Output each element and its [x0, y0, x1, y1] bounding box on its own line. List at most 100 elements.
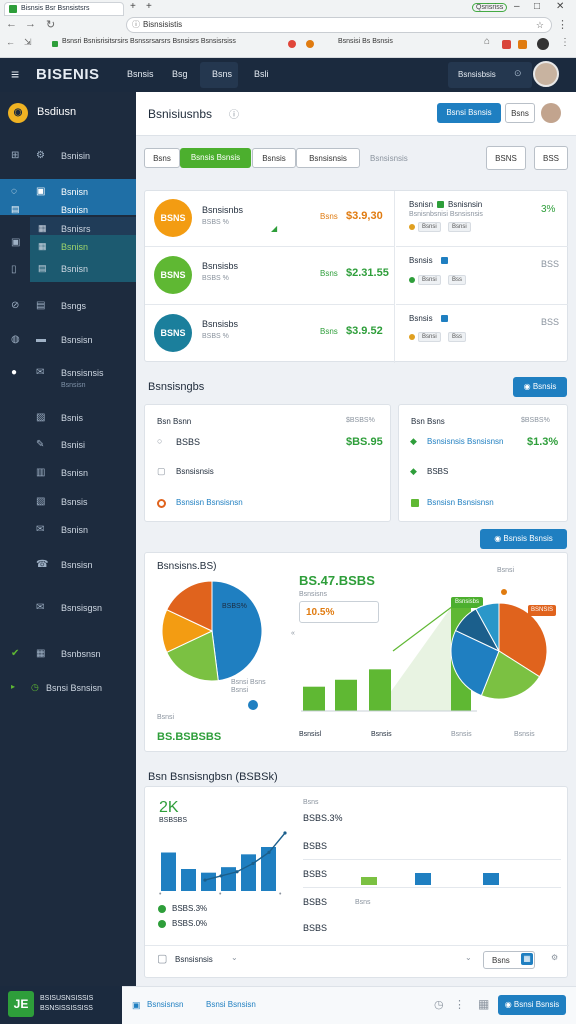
- sidebar-item-7[interactable]: ◍ ▬ Bsnsisn: [0, 327, 136, 353]
- detail-chip[interactable]: Bss: [448, 332, 467, 342]
- extension-2-icon[interactable]: [518, 40, 527, 49]
- user-avatar[interactable]: [533, 61, 559, 87]
- app-topbar: ≡ BISENIS Bsnsis Bsg Bsns Bsli Bsnsisbsi…: [0, 58, 576, 92]
- browser-chrome: Bisnsis Bsr Bsnsistsrs + + Qsrisriss – □…: [0, 0, 576, 58]
- detail-row[interactable]: Bsnsis Bsnsi Bss BSS: [396, 247, 568, 305]
- table-sub: Bsns: [355, 899, 371, 906]
- sidebar-item-16[interactable]: ✉ Bsnsisgsn: [0, 595, 136, 621]
- filter-right-button-1[interactable]: BSNS: [486, 146, 526, 170]
- secondary-action-button[interactable]: Bsns: [505, 103, 535, 123]
- chrome-menu-icon[interactable]: ⋮: [560, 37, 570, 48]
- browser-tab[interactable]: Bisnsis Bsr Bsnsistsrs: [4, 2, 124, 16]
- detail-chip[interactable]: Bsnsi: [418, 275, 441, 285]
- detail-row[interactable]: Bsnsis Bsnsi Bss BSS: [396, 305, 568, 363]
- sidebar-subitem-3[interactable]: ▤ Bsnisn: [30, 256, 136, 282]
- extension-icon[interactable]: [502, 40, 511, 49]
- row-link[interactable]: Bsnsisnsis Bsnsisnsn: [427, 437, 503, 446]
- address-bar[interactable]: ⓘ Bisnsisistis ☆: [126, 17, 552, 33]
- pie-label: BSBS%: [222, 603, 247, 610]
- sidebar-item-17[interactable]: ✔ ▦ Bsnbsnsn: [0, 641, 136, 667]
- sidebar-item-2[interactable]: ◌ ▣ Bsnisn Bsnisn ▤: [0, 179, 136, 215]
- home-icon[interactable]: ⌂: [484, 36, 490, 47]
- sidebar-item-1[interactable]: ⊞ ⚙ Bsnisin: [0, 143, 136, 169]
- sidebar-item-11[interactable]: ✎ Bsnisi: [0, 432, 136, 458]
- sidebar-logo-icon: ◉: [8, 103, 28, 123]
- primary-action-button[interactable]: Bsnsi Bsnsis: [437, 103, 501, 123]
- detail-chip[interactable]: Bsnsi: [418, 332, 441, 342]
- grid-icon[interactable]: ▦: [478, 997, 489, 1011]
- tab-add-button[interactable]: +: [146, 1, 152, 12]
- minimize-button[interactable]: –: [514, 1, 520, 12]
- filter-extra[interactable]: Bsnsisnsis: [370, 154, 408, 163]
- bottom-link-1[interactable]: Bsnsisnsn: [147, 1000, 183, 1009]
- forward-icon[interactable]: →: [25, 18, 36, 30]
- more-icon[interactable]: ⋮: [454, 998, 465, 1011]
- filter-tab-4[interactable]: Bsnsisnsis: [296, 148, 360, 168]
- inbox-tray-icon: ✉: [36, 602, 45, 613]
- detail-chip[interactable]: Bss: [448, 275, 467, 285]
- tablet-icon: ▯: [11, 264, 17, 275]
- checkbox-icon[interactable]: ▢: [157, 952, 167, 965]
- row-link[interactable]: Bsnsisn Bsnsisnsn: [176, 498, 243, 507]
- back-icon[interactable]: ←: [6, 18, 17, 30]
- row-label: Bsnsisnsis: [176, 467, 214, 476]
- section-button[interactable]: ◉ Bsnsis: [513, 377, 567, 397]
- pie-info-icon[interactable]: [248, 700, 258, 710]
- bookmark-link-2[interactable]: Bsnsisi Bs Bsnsis: [338, 38, 393, 45]
- detail-chip[interactable]: Bsnsi: [448, 222, 471, 232]
- star-icon[interactable]: ☆: [536, 18, 544, 32]
- account-row[interactable]: BSNS Bsnsisbs BSBS % Bsns $2.31.55: [145, 247, 395, 305]
- bookmark-link[interactable]: Bsnsri Bsnisrisitsrsirs Bsnssrsarsrs Bsn…: [62, 38, 236, 45]
- menu-icon[interactable]: ⋮: [557, 18, 568, 31]
- reload-icon[interactable]: ↻: [46, 18, 55, 31]
- filter-tab-1[interactable]: Bsns: [144, 148, 180, 168]
- sidebar-item-label: Bsnisn: [61, 242, 89, 252]
- transactions-footer-button[interactable]: ◉ Bsnsis Bsnsis: [480, 529, 567, 549]
- bookmarks-home-icon[interactable]: ⇲: [24, 37, 32, 48]
- filter-tab-3[interactable]: Bsnsis: [252, 148, 296, 168]
- filter-right-button-2[interactable]: BSS: [534, 146, 568, 170]
- performance-card: 2K BSBSBS • • • BSBS.3% BSBS.0% Bsns BSB…: [144, 786, 569, 978]
- user-name[interactable]: Bsnsisbsis: [458, 70, 496, 79]
- nav-item-4[interactable]: Bsli: [254, 69, 269, 79]
- row-link[interactable]: Bsnsisn Bsnsisnsn: [427, 498, 494, 507]
- account-tag: Bsns: [320, 269, 338, 278]
- sidebar-item-6[interactable]: ⊘ ▤ Bsngs: [0, 293, 136, 319]
- legend-badge: BSNSIS: [528, 605, 557, 616]
- sidebar-item-8[interactable]: ● ✉ Bsnsisnsis Bsnsisn: [0, 360, 136, 389]
- notification-icon[interactable]: ⊙: [514, 68, 522, 79]
- hamburger-icon[interactable]: ≡: [11, 66, 19, 82]
- bookmarks-back-icon[interactable]: ←: [6, 37, 15, 47]
- sidebar-item-10[interactable]: ▨ Bsnis: [0, 405, 136, 431]
- detail-chip[interactable]: Bsnsi: [418, 222, 441, 232]
- chevron-down-icon[interactable]: ⌄: [231, 953, 238, 962]
- header-avatar[interactable]: [541, 103, 561, 123]
- sidebar-item-13[interactable]: ▧ Bsnsis: [0, 489, 136, 515]
- settings-icon[interactable]: ⚙: [551, 953, 558, 962]
- bottom-link-2[interactable]: Bsnsi Bsnsisn: [206, 1000, 256, 1009]
- close-window-button[interactable]: ✕: [556, 1, 564, 12]
- detail-row[interactable]: Bsnisn Bsnisnsin Bsnisnbsnisi Bsnsisnsis…: [396, 191, 568, 247]
- maximize-button[interactable]: □: [534, 1, 540, 12]
- brand-logo[interactable]: BISENIS: [36, 66, 100, 83]
- profile-chip[interactable]: Qsrisriss: [472, 3, 508, 12]
- help-icon[interactable]: ⓘ: [229, 106, 239, 121]
- sidebar-item-12[interactable]: ▥ Bsnisn: [0, 460, 136, 486]
- clock-icon[interactable]: ◷: [434, 998, 444, 1011]
- nav-item-2[interactable]: Bsg: [172, 69, 188, 79]
- chevron-down-icon[interactable]: ⌄: [465, 953, 472, 962]
- bottom-action-button[interactable]: ◉ Bsnsi Bsnsis: [498, 995, 566, 1015]
- account-row[interactable]: BSNS Bsnsisnbs BSBS % ◢ Bsns $3.9,30: [145, 191, 395, 247]
- sidebar-item-15[interactable]: ☎ Bsnsisn: [0, 552, 136, 578]
- sidebar-item-18[interactable]: ▸ ◷ Bsnsi Bsnsisn: [0, 675, 136, 701]
- account-avatar[interactable]: [537, 38, 549, 50]
- filter-tab-2[interactable]: Bsnsis Bsnsis: [180, 148, 251, 168]
- sidebar-item-14[interactable]: ✉ Bsnisn: [0, 517, 136, 543]
- nav-item-3[interactable]: Bsns: [212, 69, 232, 79]
- nav-item-1[interactable]: Bsnsis: [127, 69, 154, 79]
- calendar-icon[interactable]: ▦: [521, 953, 533, 965]
- account-icon: BSNS: [154, 199, 192, 237]
- new-tab-button[interactable]: +: [130, 1, 136, 12]
- footer-select[interactable]: Bsnsisnsis: [175, 955, 213, 964]
- account-row[interactable]: BSNS Bsnsisbs BSBS % Bsns $3.9.52: [145, 305, 395, 363]
